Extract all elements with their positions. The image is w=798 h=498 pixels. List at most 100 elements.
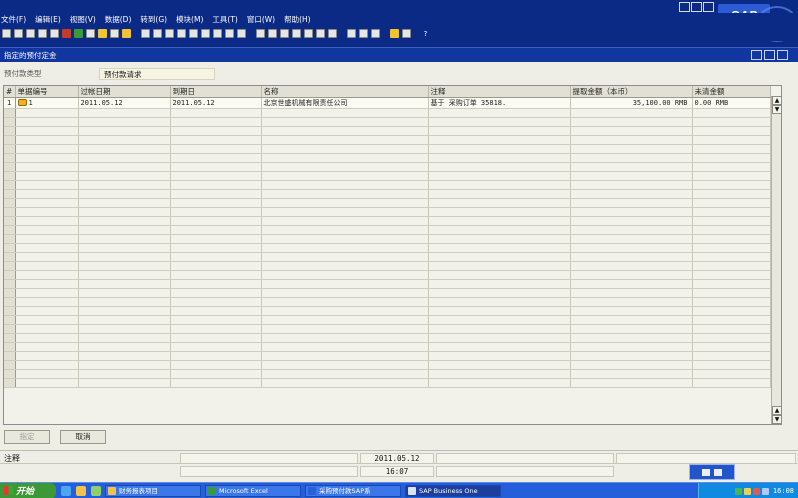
table-cell[interactable] [692, 306, 771, 316]
table-cell[interactable] [261, 351, 429, 361]
row-number[interactable] [4, 216, 16, 226]
column-header-document-number[interactable]: 单据编号 [15, 86, 79, 98]
column-header-posting-date[interactable]: 过帐日期 [78, 86, 171, 98]
lock-icon[interactable] [98, 29, 107, 38]
sms-icon[interactable] [50, 29, 59, 38]
table-cell[interactable] [170, 378, 262, 388]
table-cell[interactable] [78, 189, 171, 199]
table-cell[interactable] [15, 342, 79, 352]
start-button[interactable]: 开始 [0, 482, 56, 498]
menu-tools[interactable]: 工具(T) [212, 14, 237, 25]
table-cell[interactable] [15, 315, 79, 325]
table-cell[interactable] [428, 288, 571, 298]
table-cell[interactable] [428, 279, 571, 289]
table-cell[interactable] [170, 153, 262, 163]
table-cell[interactable] [692, 153, 771, 163]
table-cell[interactable] [170, 171, 262, 181]
table-cell[interactable] [692, 288, 771, 298]
open-amount-cell[interactable]: 0.00 RMB [692, 97, 771, 109]
table-cell[interactable] [692, 144, 771, 154]
row-number[interactable] [4, 360, 16, 370]
switcher-window-icon[interactable] [714, 468, 722, 476]
table-cell[interactable] [15, 171, 79, 181]
menu-window[interactable]: 窗口(W) [247, 14, 275, 25]
help-icon[interactable]: ? [421, 29, 430, 38]
table-cell[interactable] [15, 234, 79, 244]
table-cell[interactable] [261, 315, 429, 325]
column-header-name[interactable]: 名称 [261, 86, 429, 98]
table-cell[interactable] [428, 324, 571, 334]
table-cell[interactable] [692, 369, 771, 379]
table-cell[interactable] [570, 297, 693, 307]
table-cell[interactable] [15, 369, 79, 379]
window-maximize-button[interactable] [764, 50, 775, 60]
table-cell[interactable] [15, 180, 79, 190]
security-icon[interactable] [752, 487, 760, 495]
excel-export-icon[interactable] [74, 29, 83, 38]
prepayment-type-field[interactable]: 预付款请求 [99, 67, 215, 80]
table-cell[interactable] [78, 216, 171, 226]
table-cell[interactable] [692, 378, 771, 388]
table-cell[interactable] [170, 117, 262, 127]
sap-window-switcher[interactable] [689, 464, 735, 480]
table-cell[interactable] [428, 225, 571, 235]
form-settings-icon[interactable] [292, 29, 301, 38]
table-cell[interactable] [692, 225, 771, 235]
refresh-icon[interactable] [189, 29, 198, 38]
table-cell[interactable] [570, 180, 693, 190]
table-row[interactable] [4, 171, 771, 181]
row-number[interactable] [4, 126, 16, 136]
gross-profit-icon[interactable] [256, 29, 265, 38]
table-cell[interactable] [428, 297, 571, 307]
table-row[interactable] [4, 162, 771, 172]
table-cell[interactable] [78, 369, 171, 379]
taskbar-item-excel[interactable]: Microsoft Excel [205, 484, 301, 497]
table-cell[interactable] [261, 324, 429, 334]
row-number[interactable] [4, 333, 16, 343]
table-cell[interactable] [78, 261, 171, 271]
email-icon[interactable] [38, 29, 47, 38]
table-cell[interactable] [570, 216, 693, 226]
table-cell[interactable] [78, 297, 171, 307]
network-icon[interactable] [734, 487, 742, 495]
alert-icon[interactable] [390, 29, 399, 38]
table-cell[interactable] [78, 333, 171, 343]
table-cell[interactable] [261, 279, 429, 289]
table-cell[interactable] [692, 135, 771, 145]
table-cell[interactable] [261, 108, 429, 118]
table-cell[interactable] [261, 342, 429, 352]
table-cell[interactable] [15, 144, 79, 154]
table-row[interactable] [4, 234, 771, 244]
table-row[interactable] [4, 333, 771, 343]
row-number[interactable] [4, 324, 16, 334]
table-row[interactable] [4, 216, 771, 226]
table-cell[interactable] [428, 171, 571, 181]
table-row[interactable] [4, 378, 771, 388]
row-number[interactable] [4, 288, 16, 298]
table-cell[interactable] [261, 360, 429, 370]
table-cell[interactable] [170, 306, 262, 316]
scroll-up-icon[interactable]: ▲ [772, 96, 781, 105]
table-cell[interactable] [15, 333, 79, 343]
table-cell[interactable] [170, 315, 262, 325]
previous-record-icon[interactable] [153, 29, 162, 38]
flag-icon[interactable] [371, 29, 380, 38]
sort-icon[interactable] [237, 29, 246, 38]
language-icon[interactable] [761, 487, 769, 495]
table-row[interactable] [4, 270, 771, 280]
table-cell[interactable] [570, 270, 693, 280]
table-cell[interactable] [78, 306, 171, 316]
table-cell[interactable] [15, 198, 79, 208]
layout-icon[interactable] [268, 29, 277, 38]
table-cell[interactable] [78, 351, 171, 361]
row-number[interactable] [4, 279, 16, 289]
table-cell[interactable] [428, 108, 571, 118]
taskbar-item-word[interactable]: 采购预付款SAP系 [305, 484, 401, 497]
table-cell[interactable] [15, 306, 79, 316]
table-cell[interactable] [170, 270, 262, 280]
table-cell[interactable] [15, 279, 79, 289]
table-cell[interactable] [428, 315, 571, 325]
table-cell[interactable] [570, 315, 693, 325]
row-number[interactable] [4, 171, 16, 181]
row-number[interactable] [4, 162, 16, 172]
